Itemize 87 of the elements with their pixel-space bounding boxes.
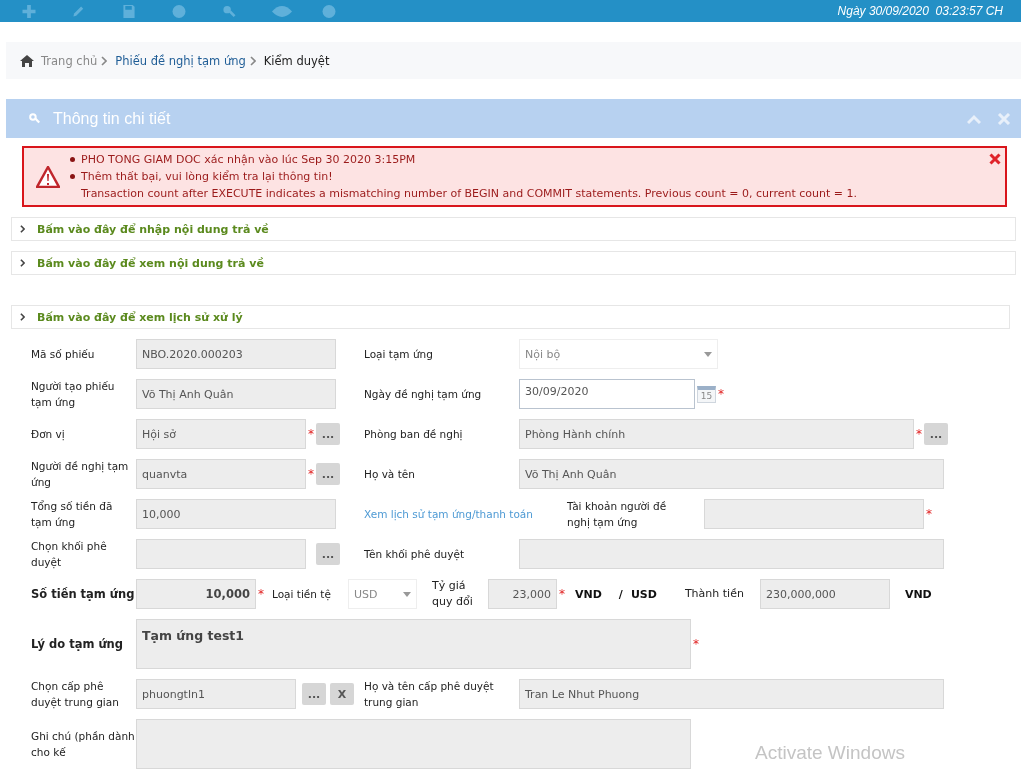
home-icon xyxy=(20,54,34,67)
required-mark: * xyxy=(916,427,923,441)
activation-watermark: Activate Windows xyxy=(755,742,905,764)
search-icon xyxy=(29,113,40,124)
field-label: Họ và tên cấp phê duyệt trung gian xyxy=(364,679,495,710)
dropdown-field[interactable]: Nội bộ xyxy=(519,339,718,369)
alert-message: Thêm thất bại, vui lòng kiểm tra lại thông tin! xyxy=(81,169,333,185)
total-field[interactable]: 230,000,000 xyxy=(759,579,890,609)
note-textarea[interactable] xyxy=(136,719,691,769)
field-label: Mã số phiếu xyxy=(31,347,96,362)
picker-button[interactable]: ... xyxy=(316,423,340,445)
field-label: Chọn khối phê duyệt xyxy=(31,539,108,570)
field-label: Lý do tạm ứng xyxy=(31,636,125,652)
warning-icon xyxy=(36,165,60,188)
field-label: Tỷ giá quy đổi xyxy=(432,578,474,610)
currency-unit: VND xyxy=(575,587,602,601)
save-icon[interactable] xyxy=(122,4,136,18)
alert-message: PHO TONG GIAM DOC xác nhận vào lúc Sep 30 2020 3:15PM xyxy=(81,152,416,168)
currency-unit: VND xyxy=(904,587,932,601)
text-field[interactable]: Phòng Hành chính xyxy=(519,419,914,449)
text-field[interactable]: Tran Le Nhut Phuong xyxy=(519,679,944,709)
date-time: Ngày 30/09/2020 03:23:57 CH xyxy=(837,4,1003,18)
caret-icon xyxy=(403,591,411,597)
clear-button[interactable]: X xyxy=(330,683,354,705)
picker-button[interactable]: ... xyxy=(316,543,340,565)
required-mark: * xyxy=(926,507,933,521)
text-field[interactable]: phuongtln1 xyxy=(136,679,296,709)
field-label: Thành tiền xyxy=(684,586,745,602)
amount-field[interactable]: 10,000 xyxy=(136,579,256,609)
currency-unit: USD xyxy=(630,587,657,601)
picker-button[interactable]: ... xyxy=(316,463,340,485)
collapsible-header[interactable]: Bấm vào đây để xem nội dung trả về xyxy=(11,251,1016,275)
field-label: Ghi chú (phần dành cho kế xyxy=(31,729,136,760)
caret-icon xyxy=(704,351,712,357)
slash-separator: / xyxy=(618,587,623,601)
field-label: Loại tạm ứng xyxy=(364,347,434,362)
collapse-icon[interactable] xyxy=(967,112,981,125)
text-field[interactable]: quanvta xyxy=(136,459,306,489)
pencil-icon[interactable] xyxy=(72,4,86,18)
alert-detail: Transaction count after EXECUTE indicates a mismatching number of BEGIN and COMMIT statements. Previous count = 0, current count = 1. xyxy=(80,186,858,202)
bullet-icon xyxy=(70,174,75,179)
field-label: Số tiền tạm ứng xyxy=(31,586,136,602)
reason-textarea[interactable]: Tạm ứng test1 xyxy=(136,619,691,669)
text-field[interactable] xyxy=(136,539,306,569)
collapsible-header[interactable]: Bấm vào đây để xem lịch sử xử lý xyxy=(11,305,1010,329)
breadcrumb-link[interactable]: Phiếu đề nghị tạm ứng xyxy=(115,53,246,68)
text-field[interactable]: Võ Thị Anh Quân xyxy=(136,379,336,409)
required-mark: * xyxy=(258,587,265,601)
required-mark: * xyxy=(308,427,315,441)
panel-title: Thông tin chi tiết xyxy=(53,109,172,128)
text-field[interactable]: Hội sở xyxy=(136,419,306,449)
chevron-icon xyxy=(101,55,108,66)
text-field[interactable] xyxy=(704,499,924,529)
calendar-icon[interactable]: 15 xyxy=(697,385,716,403)
field-label: Tên khối phê duyệt xyxy=(364,547,466,562)
field-label: Ngày đề nghị tạm ứng xyxy=(364,387,483,402)
collapsible-header[interactable]: Bấm vào đây để nhập nội dung trả về xyxy=(11,217,1016,241)
field-label: Loại tiền tệ xyxy=(272,587,332,602)
picker-button[interactable]: ... xyxy=(302,683,326,705)
text-field[interactable]: NBO.2020.000203 xyxy=(136,339,336,369)
picker-button[interactable]: ... xyxy=(924,423,948,445)
required-mark: * xyxy=(308,467,315,481)
text-field[interactable] xyxy=(519,539,944,569)
eye-icon[interactable] xyxy=(272,4,292,18)
rate-field[interactable]: 23,000 xyxy=(488,579,557,609)
breadcrumb-link[interactable]: Trang chủ xyxy=(41,53,98,68)
date-field[interactable]: 30/09/2020 xyxy=(519,379,695,409)
breadcrumb-current: Kiểm duyệt xyxy=(263,53,330,68)
add-icon[interactable] xyxy=(22,4,36,18)
bullet-icon xyxy=(70,157,75,162)
search-icon[interactable] xyxy=(222,4,236,18)
required-mark: * xyxy=(559,587,566,601)
field-label: Người tạo phiếu tạm ứng xyxy=(31,379,116,410)
field-label: Chọn cấp phê duyệt trung gian xyxy=(31,679,120,710)
required-mark: * xyxy=(693,637,700,651)
field-label: Phòng ban đề nghị xyxy=(364,427,464,442)
field-label: Tổng số tiền đã tạm ứng xyxy=(31,499,114,530)
close-icon[interactable] xyxy=(989,153,1001,165)
field-label: Đơn vị xyxy=(31,427,66,442)
dropdown-field[interactable]: USD xyxy=(348,579,417,609)
field-label: Người đề nghị tạm ứng xyxy=(31,459,130,490)
text-field[interactable]: 10,000 xyxy=(136,499,336,529)
chevron-icon xyxy=(249,55,256,66)
field-label: Tài khoản người đề nghị tạm ứng xyxy=(567,499,668,530)
field-label: Họ và tên xyxy=(364,467,416,482)
text-field[interactable]: Võ Thị Anh Quân xyxy=(519,459,944,489)
required-mark: * xyxy=(718,387,725,401)
